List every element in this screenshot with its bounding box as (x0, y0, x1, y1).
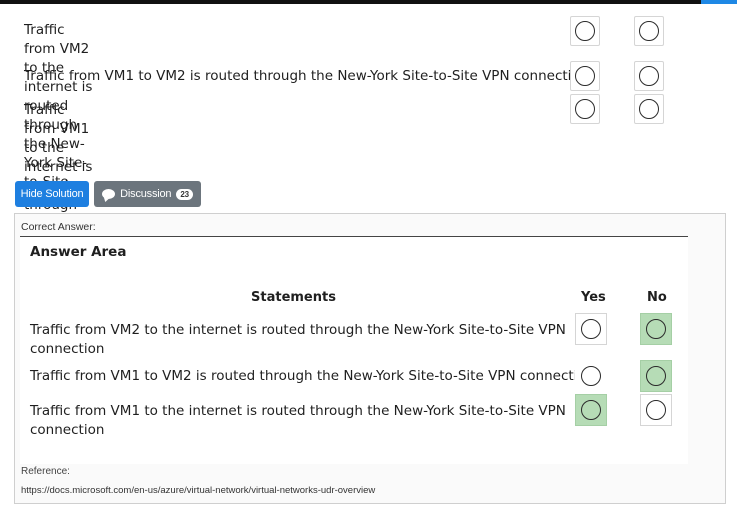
answer-3-yes-option-selected (575, 394, 607, 426)
statement-text: Traffic from VM2 to the internet is rout… (30, 322, 566, 357)
radio-circle-icon (581, 400, 601, 420)
radio-circle-icon (575, 66, 595, 86)
answer-statement-3: Traffic from VM1 to the internet is rout… (30, 402, 566, 440)
statement-3-yes-radio[interactable] (570, 94, 600, 124)
statement-text: Traffic from VM1 to the internet is rout… (30, 403, 566, 438)
answer-area: Answer Area Statements Yes No Traffic fr… (20, 236, 688, 464)
question-answer-options: Traffic from VM2 to the internet is rout… (0, 4, 737, 308)
radio-circle-icon (581, 366, 601, 386)
answer-2-no-option-selected (640, 360, 672, 392)
answer-statement-2: Traffic from VM1 to VM2 is routed throug… (30, 367, 594, 386)
statement-text: Traffic from VM1 to VM2 is routed throug… (30, 368, 595, 384)
statements-header: Statements (251, 290, 336, 305)
reference-link[interactable]: https://docs.microsoft.com/en-us/azure/v… (21, 485, 375, 496)
reference-label: Reference: (21, 466, 70, 477)
statement-1-no-radio[interactable] (634, 16, 664, 46)
answer-card: Correct Answer: Answer Area Statements Y… (14, 213, 726, 504)
statement-2-no-radio[interactable] (634, 61, 664, 91)
hide-solution-button[interactable]: Hide Solution (15, 181, 89, 207)
statement-1-yes-radio[interactable] (570, 16, 600, 46)
statement-2-yes-radio[interactable] (570, 61, 600, 91)
statement-3-no-radio[interactable] (634, 94, 664, 124)
yes-header: Yes (581, 290, 606, 305)
statement-text: Traffic from VM1 to VM2 is routed throug… (24, 68, 589, 84)
chat-bubble-icon (102, 189, 116, 199)
answer-statement-1: Traffic from VM2 to the internet is rout… (30, 321, 566, 359)
radio-circle-icon (639, 66, 659, 86)
discussion-label: Discussion (120, 188, 172, 200)
no-header: No (647, 290, 667, 305)
answer-3-no-option (640, 394, 672, 426)
radio-circle-icon (575, 21, 595, 41)
radio-circle-icon (646, 400, 666, 420)
answer-area-title: Answer Area (30, 244, 127, 260)
radio-circle-icon (581, 319, 601, 339)
radio-circle-icon (646, 366, 666, 386)
answer-2-yes-option (575, 360, 607, 392)
discussion-button[interactable]: Discussion 23 (94, 181, 201, 207)
radio-circle-icon (639, 21, 659, 41)
answer-1-yes-option (575, 313, 607, 345)
radio-circle-icon (575, 99, 595, 119)
correct-answer-label: Correct Answer: (21, 221, 96, 233)
radio-circle-icon (646, 319, 666, 339)
answer-1-no-option-selected (640, 313, 672, 345)
discussion-count-badge: 23 (176, 188, 193, 200)
radio-circle-icon (639, 99, 659, 119)
